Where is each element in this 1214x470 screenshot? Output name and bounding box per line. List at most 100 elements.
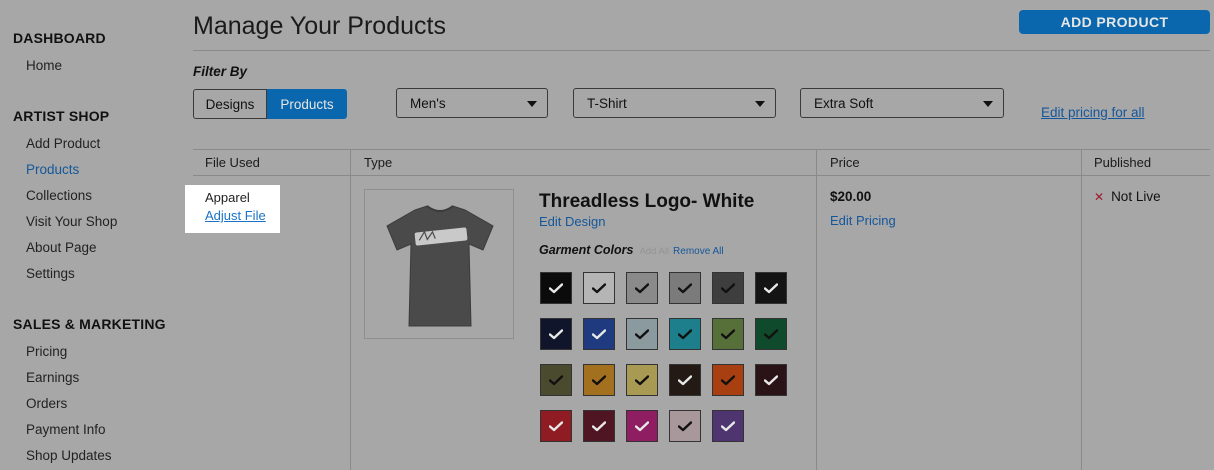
product-name: Threadless Logo- White bbox=[539, 191, 755, 212]
color-swatch[interactable] bbox=[712, 272, 744, 304]
color-swatch[interactable] bbox=[626, 410, 658, 442]
garment-colors-header: Garment Colors Add All Remove All bbox=[539, 243, 724, 257]
color-swatch[interactable] bbox=[540, 364, 572, 396]
sidebar-item-settings[interactable]: Settings bbox=[26, 266, 75, 281]
column-divider bbox=[350, 150, 351, 470]
column-divider bbox=[816, 150, 817, 470]
sidebar-heading-sales-marketing: SALES & MARKETING bbox=[13, 316, 166, 332]
remove-all-link[interactable]: Remove All bbox=[673, 246, 724, 257]
color-swatch[interactable] bbox=[712, 410, 744, 442]
checkmark-icon bbox=[764, 282, 778, 293]
edit-design-link[interactable]: Edit Design bbox=[539, 214, 605, 229]
checkmark-icon bbox=[549, 282, 563, 293]
file-type-label: Apparel bbox=[205, 190, 250, 205]
checkmark-icon bbox=[549, 374, 563, 385]
checkmark-icon bbox=[635, 282, 649, 293]
checkmark-icon bbox=[678, 374, 692, 385]
filter-label: Filter By bbox=[193, 64, 248, 79]
edit-pricing-for-all-link[interactable]: Edit pricing for all bbox=[1041, 105, 1145, 120]
checkmark-icon bbox=[678, 282, 692, 293]
column-header-type: Type bbox=[364, 155, 393, 170]
column-header-published: Published bbox=[1094, 155, 1152, 170]
chevron-down-icon bbox=[983, 101, 993, 107]
add-all-link[interactable]: Add All bbox=[639, 246, 669, 257]
published-status-label: Not Live bbox=[1111, 189, 1161, 204]
checkmark-icon bbox=[721, 374, 735, 385]
style-select[interactable]: T-Shirt bbox=[573, 88, 776, 118]
checkmark-icon bbox=[764, 374, 778, 385]
garment-colors-label: Garment Colors bbox=[539, 243, 634, 257]
gender-select-value: Men's bbox=[410, 95, 446, 111]
color-swatch[interactable] bbox=[583, 410, 615, 442]
checkmark-icon bbox=[592, 420, 606, 431]
gender-select[interactable]: Men's bbox=[396, 88, 548, 118]
checkmark-icon bbox=[678, 328, 692, 339]
sidebar-item-add-product[interactable]: Add Product bbox=[26, 136, 100, 151]
sidebar-item-home[interactable]: Home bbox=[26, 58, 62, 73]
color-swatch[interactable] bbox=[669, 364, 701, 396]
products-toggle-button[interactable]: Products bbox=[267, 89, 347, 119]
color-swatch[interactable] bbox=[540, 272, 572, 304]
page-title: Manage Your Products bbox=[193, 12, 446, 40]
checkmark-icon bbox=[592, 328, 606, 339]
product-price: $20.00 bbox=[830, 189, 872, 204]
add-product-button[interactable]: ADD PRODUCT bbox=[1019, 10, 1210, 34]
designs-toggle-button[interactable]: Designs bbox=[193, 89, 267, 119]
sidebar-item-about-page[interactable]: About Page bbox=[26, 240, 97, 255]
color-swatch[interactable] bbox=[540, 318, 572, 350]
column-header-file-used: File Used bbox=[205, 155, 260, 170]
checkmark-icon bbox=[592, 282, 606, 293]
column-header-price: Price bbox=[830, 155, 860, 170]
sidebar-heading-dashboard: DASHBOARD bbox=[13, 30, 106, 46]
color-swatch[interactable] bbox=[755, 272, 787, 304]
sidebar-heading-artist-shop: ARTIST SHOP bbox=[13, 108, 110, 124]
color-swatch[interactable] bbox=[712, 318, 744, 350]
designs-products-toggle: Designs Products bbox=[193, 89, 347, 119]
sidebar-item-pricing[interactable]: Pricing bbox=[26, 344, 67, 359]
checkmark-icon bbox=[549, 420, 563, 431]
sidebar-item-payment-info[interactable]: Payment Info bbox=[26, 422, 106, 437]
checkmark-icon bbox=[721, 328, 735, 339]
column-divider bbox=[1081, 150, 1082, 470]
checkmark-icon bbox=[635, 420, 649, 431]
fit-select[interactable]: Extra Soft bbox=[800, 88, 1004, 118]
checkmark-icon bbox=[721, 420, 735, 431]
color-swatch[interactable] bbox=[712, 364, 744, 396]
checkmark-icon bbox=[678, 420, 692, 431]
checkmark-icon bbox=[549, 328, 563, 339]
color-swatch[interactable] bbox=[626, 272, 658, 304]
color-swatch[interactable] bbox=[583, 318, 615, 350]
checkmark-icon bbox=[635, 328, 649, 339]
product-thumbnail[interactable] bbox=[364, 189, 514, 339]
color-swatch[interactable] bbox=[669, 318, 701, 350]
header-divider bbox=[193, 50, 1210, 51]
checkmark-icon bbox=[635, 374, 649, 385]
color-swatch[interactable] bbox=[669, 410, 701, 442]
sidebar: DASHBOARD Home ARTIST SHOP Add Product P… bbox=[0, 0, 180, 470]
x-icon: ✕ bbox=[1094, 189, 1105, 204]
style-select-value: T-Shirt bbox=[587, 95, 627, 111]
color-swatch[interactable] bbox=[626, 364, 658, 396]
sidebar-item-products[interactable]: Products bbox=[26, 162, 79, 177]
table-top-border bbox=[193, 149, 1210, 150]
published-status: ✕ Not Live bbox=[1094, 189, 1161, 204]
color-swatch[interactable] bbox=[540, 410, 572, 442]
color-swatch[interactable] bbox=[583, 364, 615, 396]
sidebar-item-collections[interactable]: Collections bbox=[26, 188, 92, 203]
color-swatch[interactable] bbox=[755, 318, 787, 350]
fit-select-value: Extra Soft bbox=[814, 95, 874, 111]
color-swatch[interactable] bbox=[669, 272, 701, 304]
edit-pricing-link[interactable]: Edit Pricing bbox=[830, 213, 896, 228]
color-swatch[interactable] bbox=[583, 272, 615, 304]
checkmark-icon bbox=[592, 374, 606, 385]
sidebar-item-shop-updates[interactable]: Shop Updates bbox=[26, 448, 112, 463]
checkmark-icon bbox=[764, 328, 778, 339]
table-header-border bbox=[193, 175, 1210, 176]
sidebar-item-orders[interactable]: Orders bbox=[26, 396, 67, 411]
adjust-file-link[interactable]: Adjust File bbox=[205, 208, 280, 223]
checkmark-icon bbox=[721, 282, 735, 293]
color-swatch[interactable] bbox=[755, 364, 787, 396]
sidebar-item-earnings[interactable]: Earnings bbox=[26, 370, 79, 385]
sidebar-item-visit-your-shop[interactable]: Visit Your Shop bbox=[26, 214, 117, 229]
color-swatch[interactable] bbox=[626, 318, 658, 350]
